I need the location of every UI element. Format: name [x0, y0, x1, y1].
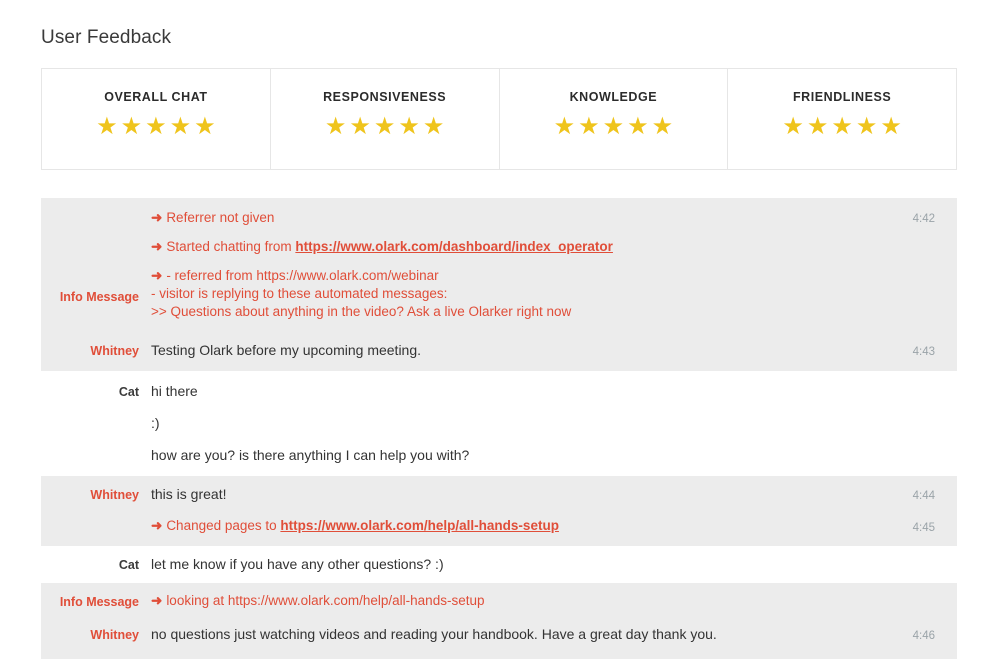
rating-label: KNOWLEDGE [569, 90, 658, 104]
star-rating: ★ ★ ★ ★ ★ [782, 114, 902, 140]
chat-message-body: no questions just watching videos and re… [151, 625, 885, 643]
chat-timestamp: 4:44 [912, 490, 935, 502]
star-icon: ★ [324, 113, 347, 140]
chat-speaker-label: Whitney [90, 488, 139, 502]
chat-message-line: let me know if you have any other questi… [151, 556, 444, 572]
star-icon: ★ [422, 113, 445, 140]
chat-message-line: this is great! [151, 486, 227, 502]
rating-label: FRIENDLINESS [792, 90, 892, 104]
chat-transcript: Info Message ➜ Referrer not given ➜ Started … [41, 198, 957, 659]
chat-message-line: ➜ - referred from https://www.olark.com/w… [151, 268, 439, 283]
rating-card: RESPONSIVENESS ★ ★ ★ ★ ★ [271, 69, 500, 169]
star-icon: ★ [398, 113, 420, 140]
chat-row: Cat hi there:) how are you? is there anyth… [41, 371, 957, 476]
star-icon: ★ [373, 113, 396, 140]
chat-row: Cat let me know if you have any other que… [41, 546, 957, 583]
arrow-right-icon: ➜ [151, 593, 163, 608]
chat-message-line: >> Questions about anything in the video… [151, 304, 572, 319]
chat-message-line: hi there [151, 383, 198, 399]
page-title: User Feedback [41, 27, 172, 48]
star-icon: ★ [96, 113, 118, 140]
chat-row: Info Message ➜ looking at https://www.olar… [41, 583, 957, 617]
chat-message-line: ➜ Referrer not given [151, 210, 275, 225]
chat-message-line: Testing Olark before my upcoming meeting… [151, 342, 422, 358]
user-feedback-page: User Feedback OVERALL CHAT ★ ★ ★ ★ ★ RESPONSIV… [0, 0, 999, 659]
chat-timestamp: 4:43 [912, 346, 935, 358]
chat-timestamp-column: 4:43 [885, 341, 957, 361]
chat-message-body: ➜ Referrer not given ➜ Started chatting fro… [151, 209, 885, 321]
chat-speaker-label: Whitney [90, 344, 139, 358]
chat-speaker-label: Whitney [90, 628, 139, 642]
chat-message-line: no questions just watching videos and re… [151, 626, 717, 642]
star-icon: ★ [169, 113, 192, 140]
arrow-right-icon: ➜ [151, 518, 163, 533]
chat-message-line: ➜ Changed pages to https://www.olark.com/… [151, 518, 559, 533]
chat-message-line: how are you? is there anything I can hel… [151, 447, 470, 463]
chat-message-body: ➜ looking at https://www.olark.com/help/a… [151, 592, 885, 610]
chat-timestamp-column: 4:44 4:45 [885, 485, 957, 537]
chat-row: Whitney no questions just watching videos… [41, 617, 957, 659]
chat-timestamp: 4:46 [912, 630, 935, 642]
star-rating: ★ ★ ★ ★ ★ [96, 114, 216, 140]
star-icon: ★ [806, 113, 829, 140]
chat-speaker-label: Info Message [59, 290, 139, 304]
rating-card: KNOWLEDGE ★ ★ ★ ★ ★ [500, 69, 729, 169]
chat-message-line: ➜ looking at https://www.olark.com/help/a… [151, 593, 485, 608]
rating-card: FRIENDLINESS ★ ★ ★ ★ ★ [728, 69, 956, 169]
chat-timestamp-column: 4:46 [885, 625, 957, 645]
chat-message-body: let me know if you have any other questi… [151, 555, 885, 573]
chat-timestamp: 4:42 [912, 213, 935, 225]
star-icon: ★ [145, 113, 167, 140]
chat-timestamp-column: 4:42 [885, 209, 957, 228]
chat-message-line: - visitor is replying to these automated… [151, 286, 448, 301]
arrow-right-icon: ➜ [151, 210, 163, 225]
chat-link[interactable]: https://www.olark.com/dashboard/index_op… [295, 239, 613, 254]
star-icon: ★ [627, 113, 649, 140]
star-icon: ★ [602, 113, 625, 140]
star-icon: ★ [855, 113, 878, 140]
rating-label: OVERALL CHAT [104, 90, 208, 104]
arrow-right-icon: ➜ [151, 268, 163, 283]
chat-row: Whitney this is great! ➜ Changed pages to h… [41, 476, 957, 546]
chat-speaker-label: Info Message [59, 595, 139, 609]
star-icon: ★ [120, 113, 143, 140]
star-icon: ★ [349, 113, 371, 140]
chat-message-body: hi there:) how are you? is there anything… [151, 382, 885, 464]
star-rating: ★ ★ ★ ★ ★ [554, 114, 674, 140]
chat-message-body: Testing Olark before my upcoming meeting… [151, 341, 885, 359]
star-icon: ★ [194, 113, 216, 140]
arrow-right-icon: ➜ [151, 239, 163, 254]
chat-speaker-label: Cat [118, 385, 139, 399]
star-icon: ★ [651, 113, 674, 140]
star-rating: ★ ★ ★ ★ ★ [325, 114, 445, 140]
star-icon: ★ [553, 113, 576, 140]
rating-label: RESPONSIVENESS [323, 90, 447, 104]
chat-link[interactable]: https://www.olark.com/help/all-hands-set… [280, 518, 559, 533]
rating-card: OVERALL CHAT ★ ★ ★ ★ ★ [42, 69, 271, 169]
chat-message-line: ➜ Started chatting from https://www.olark… [151, 239, 613, 254]
ratings-panel: OVERALL CHAT ★ ★ ★ ★ ★ RESPONSIVENESS ★ ★ ★ ★ ★ KNOW… [41, 68, 957, 170]
star-icon: ★ [578, 113, 600, 140]
chat-message-line: :) [151, 415, 160, 431]
chat-speaker-label: Cat [118, 558, 139, 572]
star-icon: ★ [831, 113, 853, 140]
star-icon: ★ [782, 113, 804, 140]
star-icon: ★ [880, 113, 902, 140]
chat-row: Whitney Testing Olark before my upcoming … [41, 330, 957, 371]
chat-timestamp: 4:45 [912, 522, 935, 534]
chat-message-body: this is great! ➜ Changed pages to https://… [151, 485, 885, 535]
chat-row: Info Message ➜ Referrer not given ➜ Started … [41, 198, 957, 330]
